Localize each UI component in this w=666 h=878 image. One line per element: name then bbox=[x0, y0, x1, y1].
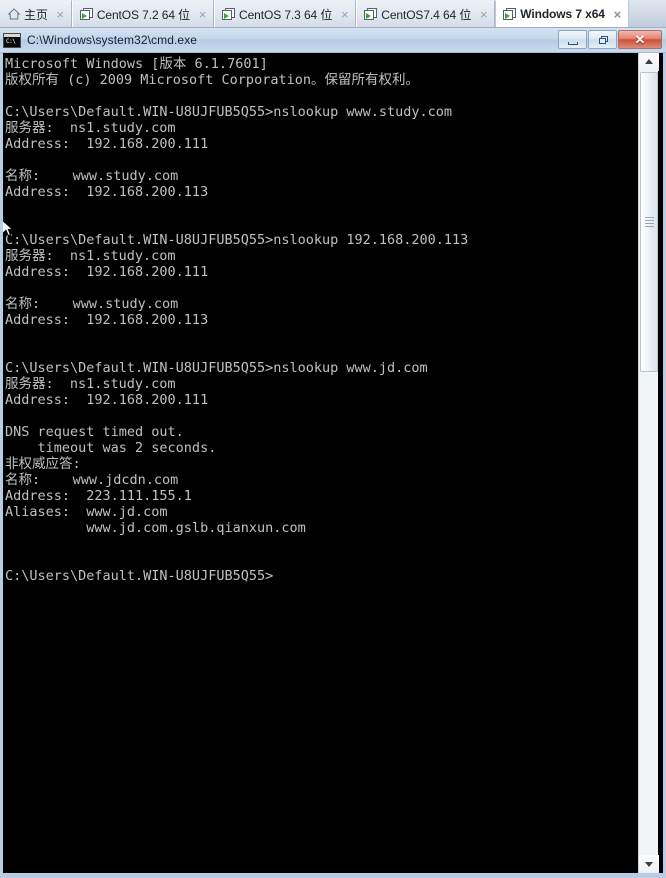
window-controls: ✕ bbox=[558, 30, 662, 49]
console-line: C:\Users\Default.WIN-U8UJFUB5Q55>nslooku… bbox=[5, 104, 453, 120]
console-line: Address: 192.168.200.113 bbox=[5, 312, 209, 328]
console-output[interactable]: Microsoft Windows [版本 6.1.7601] 版权所有 (c) … bbox=[3, 53, 635, 873]
tab-close-icon[interactable]: × bbox=[611, 8, 624, 21]
console-line: timeout was 2 seconds. bbox=[5, 440, 217, 456]
console-line: 服务器: ns1.study.com bbox=[5, 120, 176, 136]
tab-close-icon[interactable]: × bbox=[338, 8, 351, 21]
minimize-icon bbox=[568, 42, 578, 45]
console-line: Address: 192.168.200.111 bbox=[5, 136, 209, 152]
tab-home[interactable]: 主页 × bbox=[0, 0, 72, 27]
console-line: 名称: www.study.com bbox=[5, 168, 179, 184]
tab-label: CentOS 7.2 64 位 bbox=[96, 7, 191, 22]
tab-label: CentOS 7.3 64 位 bbox=[239, 7, 333, 22]
console-line: Address: 223.111.155.1 bbox=[5, 488, 192, 504]
close-button[interactable]: ✕ bbox=[618, 30, 662, 49]
console-line: 名称: www.jdcdn.com bbox=[5, 472, 179, 488]
console-client-area[interactable]: Microsoft Windows [版本 6.1.7601] 版权所有 (c) … bbox=[3, 53, 663, 873]
cmd-icon: C:\ bbox=[3, 32, 21, 48]
scroll-down-button[interactable] bbox=[639, 855, 659, 873]
vm-icon bbox=[222, 7, 236, 21]
console-line: C:\Users\Default.WIN-U8UJFUB5Q55>nslooku… bbox=[5, 360, 428, 376]
tab-centos-7-4[interactable]: CentOS7.4 64 位 × bbox=[356, 0, 496, 27]
restore-icon bbox=[599, 36, 608, 44]
vm-icon bbox=[364, 7, 378, 21]
console-line: Aliases: www.jd.com bbox=[5, 504, 168, 520]
console-vertical-scrollbar[interactable] bbox=[638, 53, 659, 873]
scrollbar-thumb[interactable] bbox=[640, 72, 658, 372]
console-line: 服务器: ns1.study.com bbox=[5, 248, 176, 264]
tab-label: CentOS7.4 64 位 bbox=[381, 7, 472, 22]
grip-icon bbox=[645, 217, 654, 227]
console-line: DNS request timed out. bbox=[5, 424, 184, 440]
minimize-button[interactable] bbox=[558, 30, 587, 49]
vm-tab-strip: 主页 × CentOS 7.2 64 位 × CentOS 7.3 64 位 ×… bbox=[0, 0, 666, 28]
console-line: C:\Users\Default.WIN-U8UJFUB5Q55>nslooku… bbox=[5, 232, 469, 248]
console-line: Address: 192.168.200.113 bbox=[5, 184, 209, 200]
scroll-up-button[interactable] bbox=[639, 53, 659, 71]
tab-label: Windows 7 x64 bbox=[520, 7, 605, 21]
vm-icon bbox=[503, 7, 517, 21]
chevron-down-icon bbox=[645, 862, 653, 867]
console-line: Microsoft Windows [版本 6.1.7601] bbox=[5, 56, 268, 72]
console-line: 名称: www.study.com bbox=[5, 296, 179, 312]
close-icon: ✕ bbox=[634, 32, 646, 47]
restore-button[interactable] bbox=[588, 30, 617, 49]
console-line: C:\Users\Default.WIN-U8UJFUB5Q55> bbox=[5, 568, 274, 584]
tab-label: 主页 bbox=[24, 7, 48, 22]
chevron-up-icon bbox=[645, 59, 653, 64]
console-line: 服务器: ns1.study.com bbox=[5, 376, 176, 392]
window-title: C:\Windows\system32\cmd.exe bbox=[27, 33, 198, 47]
tab-close-icon[interactable]: × bbox=[477, 8, 490, 21]
home-icon bbox=[7, 7, 21, 21]
tab-windows-7-x64[interactable]: Windows 7 x64 × bbox=[495, 0, 629, 27]
console-line: 版权所有 (c) 2009 Microsoft Corporation。保留所有… bbox=[5, 72, 419, 88]
console-line: Address: 192.168.200.111 bbox=[5, 392, 209, 408]
console-line: 非权威应答: bbox=[5, 456, 81, 472]
console-line: Address: 192.168.200.111 bbox=[5, 264, 209, 280]
tab-centos-7-2[interactable]: CentOS 7.2 64 位 × bbox=[71, 0, 215, 27]
tab-close-icon[interactable]: × bbox=[54, 8, 67, 21]
console-line: www.jd.com.gslb.qianxun.com bbox=[5, 520, 306, 536]
cmd-window: C:\ C:\Windows\system32\cmd.exe ✕ Micros… bbox=[0, 28, 666, 878]
tab-centos-7-3[interactable]: CentOS 7.3 64 位 × bbox=[214, 0, 357, 27]
vm-icon bbox=[79, 7, 94, 21]
tab-close-icon[interactable]: × bbox=[196, 8, 209, 21]
window-title-bar[interactable]: C:\ C:\Windows\system32\cmd.exe ✕ bbox=[0, 28, 666, 53]
